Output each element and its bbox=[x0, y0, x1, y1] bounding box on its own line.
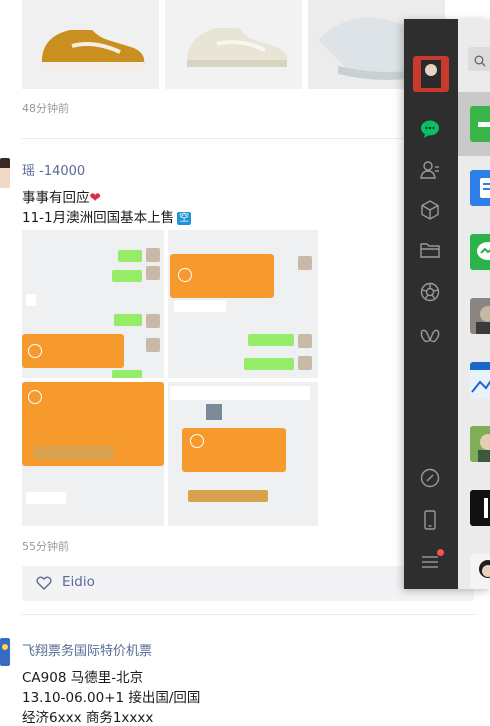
favorites-icon[interactable] bbox=[419, 199, 441, 221]
post-author[interactable]: 飞翔票务国际特价机票 bbox=[22, 640, 152, 659]
post-text-line: 事事有回应❤ bbox=[22, 186, 101, 206]
avatar[interactable] bbox=[0, 158, 10, 188]
chat-list-item[interactable] bbox=[458, 348, 490, 412]
liker-name[interactable]: Eidio bbox=[62, 574, 95, 590]
post-text: 事事有回应 bbox=[22, 190, 90, 206]
post-image[interactable] bbox=[22, 230, 164, 378]
menu-notification-dot bbox=[437, 549, 444, 556]
file-transfer-avatar bbox=[470, 106, 490, 142]
post-image[interactable] bbox=[168, 230, 318, 378]
post-text: CA908 马德里-北京 bbox=[22, 670, 144, 686]
chat-avatar bbox=[470, 554, 490, 589]
chat-avatar bbox=[470, 170, 490, 206]
contacts-icon[interactable] bbox=[419, 159, 441, 181]
post-time: 55分钟前 bbox=[22, 540, 69, 553]
moments-icon[interactable] bbox=[419, 281, 441, 303]
post-text-line: 11-1月澳洲回国基本上售空 bbox=[22, 206, 192, 226]
chat-avatar bbox=[470, 234, 490, 270]
chat-list-item[interactable] bbox=[458, 92, 490, 156]
phone-icon[interactable] bbox=[419, 509, 441, 531]
post-text: 经济6xxx 商务1xxxx bbox=[22, 710, 154, 726]
link-icon[interactable] bbox=[419, 467, 441, 489]
chat-list-item[interactable] bbox=[458, 476, 490, 540]
post-image[interactable] bbox=[165, 0, 302, 89]
empty-emoji-badge: 空 bbox=[177, 212, 192, 225]
post-author[interactable]: 瑶 -14000 bbox=[22, 160, 85, 179]
post-image[interactable] bbox=[22, 0, 159, 89]
heart-emoji-icon: ❤ bbox=[89, 190, 101, 206]
chat-icon[interactable] bbox=[419, 118, 441, 140]
post-text: 11-1月澳洲回国基本上售 bbox=[22, 210, 175, 226]
chat-avatar bbox=[470, 298, 490, 334]
miniprogram-icon[interactable] bbox=[419, 325, 441, 347]
post-divider bbox=[22, 614, 476, 615]
avatar[interactable] bbox=[0, 638, 10, 666]
chat-avatar bbox=[470, 362, 490, 398]
post-image[interactable] bbox=[168, 382, 318, 526]
chat-list-item[interactable] bbox=[458, 220, 490, 284]
wechat-nav-rail bbox=[404, 19, 458, 589]
post-text: 13.10-06.00+1 接出国/回国 bbox=[22, 690, 201, 706]
like-heart-icon bbox=[36, 575, 52, 595]
chat-avatar bbox=[470, 426, 490, 462]
post-time: 48分钟前 bbox=[22, 102, 69, 115]
wechat-window bbox=[404, 19, 490, 589]
my-avatar[interactable] bbox=[413, 56, 449, 92]
search-input[interactable] bbox=[468, 47, 490, 71]
post1-image-row bbox=[22, 0, 445, 89]
chat-list-item[interactable] bbox=[458, 156, 490, 220]
chat-list-item[interactable] bbox=[458, 540, 490, 589]
post-image-grid bbox=[22, 230, 318, 526]
post-image[interactable] bbox=[22, 382, 164, 526]
chat-avatar bbox=[470, 490, 490, 526]
chat-list bbox=[458, 19, 490, 589]
search-icon bbox=[474, 52, 486, 71]
files-icon[interactable] bbox=[419, 239, 441, 261]
chat-list-item[interactable] bbox=[458, 412, 490, 476]
chat-list-item[interactable] bbox=[458, 284, 490, 348]
